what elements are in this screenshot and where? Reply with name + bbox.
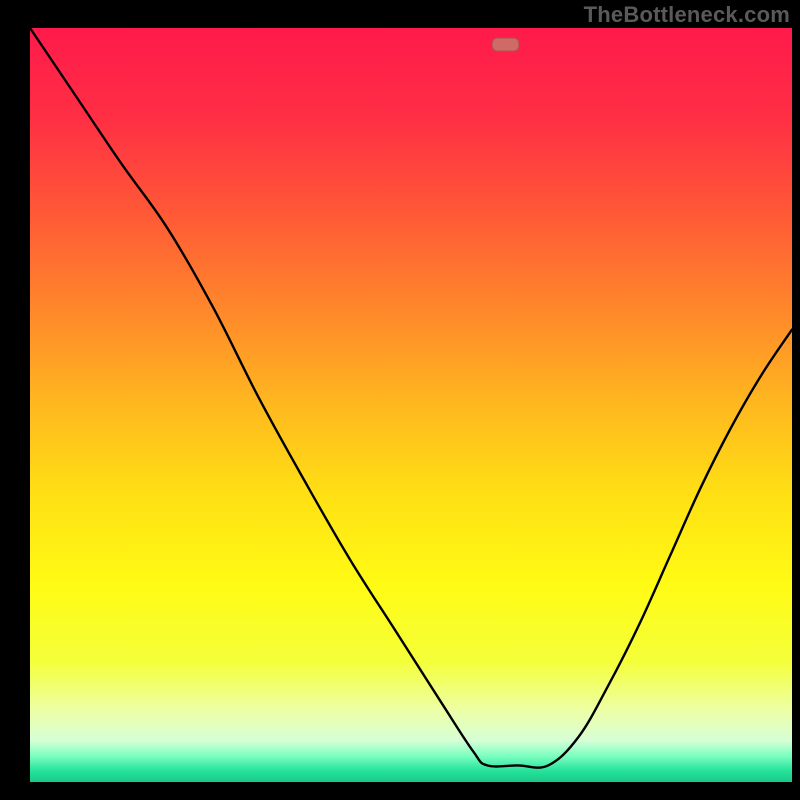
gradient-background xyxy=(30,28,792,782)
optimal-marker xyxy=(492,38,519,51)
watermark-text: TheBottleneck.com xyxy=(584,2,790,28)
bottleneck-chart xyxy=(30,28,792,782)
chart-frame: TheBottleneck.com xyxy=(0,0,800,800)
